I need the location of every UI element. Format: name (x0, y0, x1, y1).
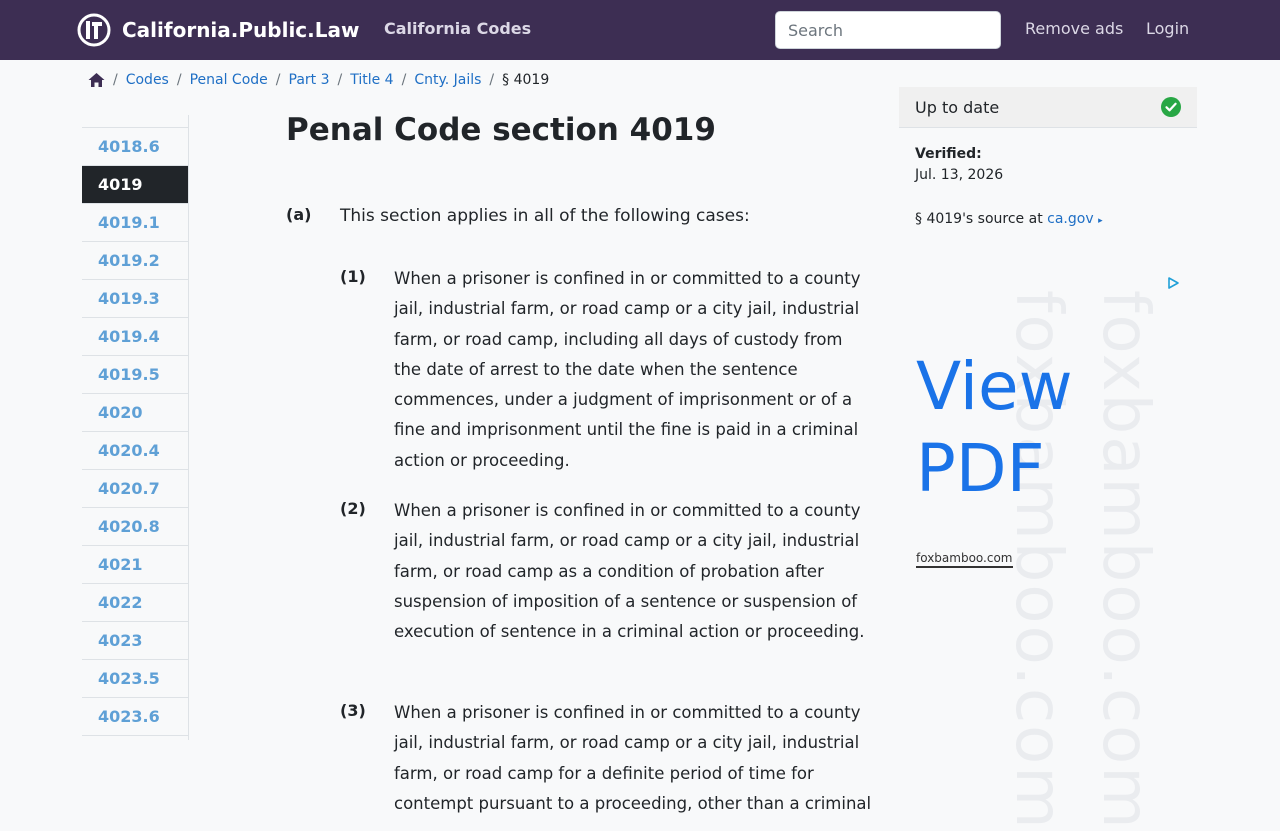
section-nav-item[interactable]: 4019.4 (82, 318, 188, 356)
subparagraph-number: (2) (340, 499, 366, 518)
status-label: Up to date (915, 98, 1000, 117)
section-nav-item[interactable]: 4021 (82, 546, 188, 584)
source-prefix: § 4019's source at (915, 211, 1043, 227)
nav-california-codes-link[interactable]: California Codes (384, 19, 531, 38)
breadcrumb-current: § 4019 (502, 72, 550, 88)
ad-watermark: foxbamboo.com (1088, 290, 1162, 831)
section-nav-item[interactable]: 4019.1 (82, 204, 188, 242)
source-arrow-icon: ▸ (1098, 216, 1103, 226)
section-nav-item[interactable]: 4020 (82, 394, 188, 432)
section-nav-item[interactable]: 4018.6 (82, 128, 188, 166)
ad-headline-line: PDF (916, 430, 1045, 507)
subparagraph-number: (1) (340, 267, 366, 286)
section-nav-item[interactable]: 4022 (82, 584, 188, 622)
breadcrumb-title-4[interactable]: Title 4 (350, 72, 393, 88)
breadcrumb-separator: / (176, 72, 182, 88)
source-line: § 4019's source at ca.gov ▸ (915, 211, 1103, 227)
site-logo-icon (77, 13, 111, 47)
ad-domain-link[interactable]: foxbamboo.com (916, 551, 1013, 568)
paragraph-number: (a) (286, 205, 312, 224)
source-link[interactable]: ca.gov (1047, 211, 1093, 227)
breadcrumb-separator: / (337, 72, 343, 88)
section-nav-item[interactable]: 4019.2 (82, 242, 188, 280)
site-name: California.Public.Law (122, 18, 360, 42)
ad-headline-line: View (916, 348, 1073, 425)
subparagraph-text: When a prisoner is confined in or commit… (394, 501, 865, 642)
section-nav-item[interactable]: 4020.7 (82, 470, 188, 508)
ad-headline[interactable]: View PDF (916, 346, 1073, 510)
subparagraph-text: When a prisoner is confined in or commit… (394, 703, 872, 813)
status-card: Up to date (899, 87, 1197, 128)
top-navbar: California.Public.Law California Codes R… (0, 0, 1280, 60)
ad-choices-icon[interactable] (1166, 276, 1180, 290)
remove-ads-link[interactable]: Remove ads (1025, 19, 1123, 38)
home-icon[interactable] (88, 72, 105, 88)
section-nav-item[interactable]: 4023 (82, 622, 188, 660)
section-nav-item-active[interactable]: 4019 (82, 166, 188, 204)
section-nav-item[interactable]: 4020.8 (82, 508, 188, 546)
verified-label: Verified: (915, 146, 982, 162)
subparagraph-number: (3) (340, 701, 366, 720)
breadcrumb-county-jails[interactable]: Cnty. Jails (414, 72, 481, 88)
login-link[interactable]: Login (1146, 19, 1189, 38)
page-title: Penal Code section 4019 (286, 112, 716, 148)
search-input[interactable] (775, 11, 1001, 49)
section-nav-item[interactable]: 4019.5 (82, 356, 188, 394)
section-nav: 4018.6 4019 4019.1 4019.2 4019.3 4019.4 … (82, 115, 189, 740)
subparagraph-text: When a prisoner is confined in or commit… (394, 269, 861, 470)
breadcrumb-separator: / (489, 72, 495, 88)
verified-date: Jul. 13, 2026 (915, 167, 1004, 183)
breadcrumb-separator: / (113, 72, 118, 88)
breadcrumb: / Codes / Penal Code / Part 3 / Title 4 … (88, 71, 549, 89)
section-nav-item[interactable]: 4019.3 (82, 280, 188, 318)
breadcrumb-separator: / (401, 72, 407, 88)
check-circle-icon (1161, 97, 1181, 117)
breadcrumb-separator: / (275, 72, 281, 88)
section-nav-list: 4018.6 4019 4019.1 4019.2 4019.3 4019.4 … (82, 127, 188, 736)
section-nav-item[interactable]: 4023.5 (82, 660, 188, 698)
paragraph-text: This section applies in all of the follo… (340, 206, 750, 226)
site-brand[interactable]: California.Public.Law (77, 12, 359, 48)
section-nav-item[interactable]: 4023.6 (82, 698, 188, 736)
breadcrumb-codes[interactable]: Codes (126, 72, 169, 88)
section-nav-item[interactable]: 4020.4 (82, 432, 188, 470)
breadcrumb-part-3[interactable]: Part 3 (289, 72, 330, 88)
breadcrumb-penal-code[interactable]: Penal Code (190, 72, 268, 88)
